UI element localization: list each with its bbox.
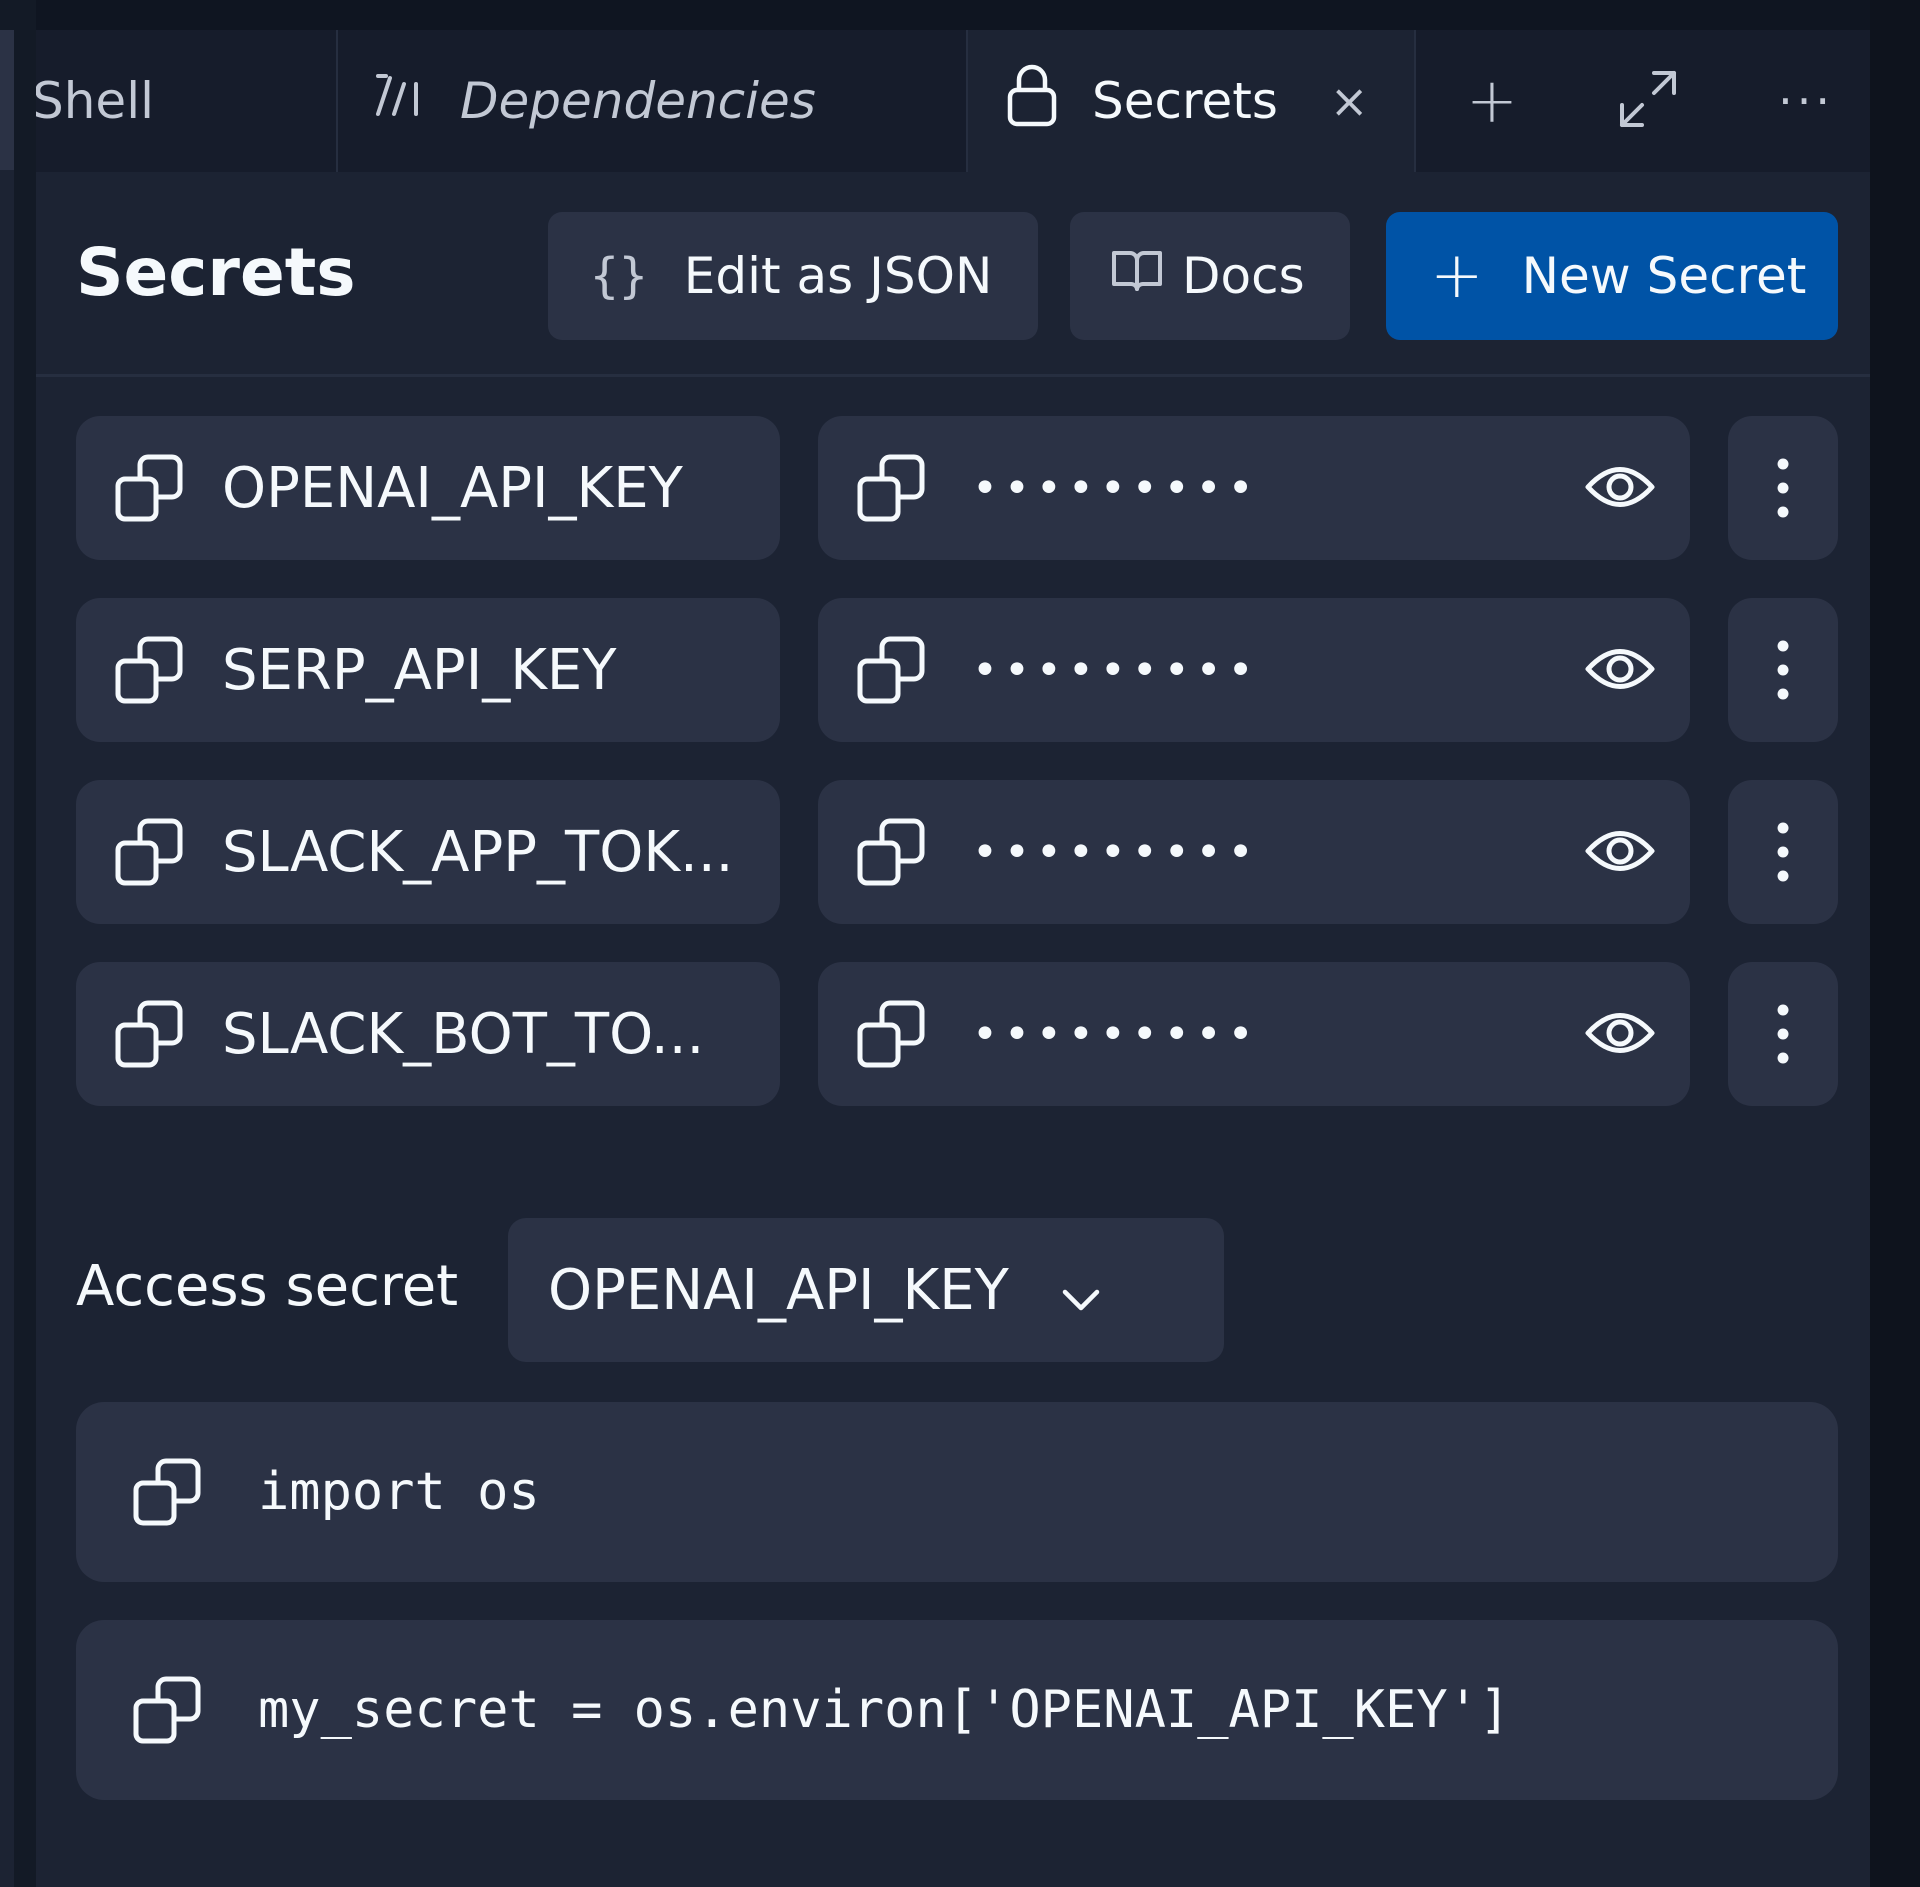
- tab-dependencies[interactable]: Dependencies: [338, 30, 968, 172]
- edit-as-json-button[interactable]: {} Edit as JSON: [548, 212, 1038, 340]
- tab-secrets-label: Secrets: [1092, 72, 1278, 130]
- copy-icon[interactable]: [132, 1457, 202, 1527]
- new-secret-label: New Secret: [1521, 247, 1807, 305]
- kebab-menu-icon: [1776, 821, 1790, 883]
- copy-icon[interactable]: [856, 453, 926, 523]
- docs-button[interactable]: Docs: [1070, 212, 1350, 340]
- chevron-down-icon: [1061, 1261, 1101, 1326]
- code-line-environ: my_secret = os.environ['OPENAI_API_KEY']: [76, 1620, 1838, 1800]
- adjacent-pane-border: [0, 170, 14, 1887]
- copy-icon[interactable]: [114, 635, 184, 705]
- lock-icon: [1006, 62, 1058, 140]
- secret-value-masked: •••••••••: [972, 462, 1260, 514]
- panel-header: Secrets {} Edit as JSON Docs + New Secre…: [36, 172, 1870, 377]
- close-icon[interactable]: ×: [1330, 74, 1369, 128]
- tab-shell[interactable]: Shell: [36, 30, 338, 172]
- kebab-menu-icon: [1776, 1003, 1790, 1065]
- tab-dependencies-label: Dependencies: [460, 72, 816, 130]
- tab-bar-actions: + ···: [1416, 30, 1870, 172]
- kebab-menu-icon: [1776, 639, 1790, 701]
- secret-key-text: SLACK_BOT_TO...: [222, 1001, 705, 1067]
- add-tab-button[interactable]: +: [1466, 70, 1518, 132]
- secret-row: OPENAI_API_KEY •••••••••: [76, 416, 1838, 560]
- braces-icon: {}: [590, 248, 648, 304]
- kebab-menu-icon: [1776, 457, 1790, 519]
- secret-key-text: OPENAI_API_KEY: [222, 455, 683, 521]
- secret-value-masked: •••••••••: [972, 644, 1260, 696]
- code-text: import os: [258, 1462, 540, 1522]
- more-options-icon[interactable]: ···: [1778, 74, 1834, 128]
- secret-value-masked: •••••••••: [972, 1008, 1260, 1060]
- copy-icon[interactable]: [114, 999, 184, 1069]
- tab-shell-label: Shell: [36, 72, 154, 130]
- secret-value-field[interactable]: •••••••••: [818, 598, 1690, 742]
- eye-icon[interactable]: [1584, 638, 1656, 700]
- copy-icon[interactable]: [114, 453, 184, 523]
- secret-key-text: SLACK_APP_TOK...: [222, 819, 734, 885]
- secret-menu-button[interactable]: [1728, 416, 1838, 560]
- page-title: Secrets: [76, 234, 356, 311]
- eye-icon[interactable]: [1584, 820, 1656, 882]
- docs-label: Docs: [1182, 247, 1305, 305]
- copy-icon[interactable]: [132, 1675, 202, 1745]
- secret-key-field[interactable]: SLACK_APP_TOK...: [76, 780, 780, 924]
- new-secret-button[interactable]: + New Secret: [1386, 212, 1838, 340]
- secret-key-field[interactable]: SLACK_BOT_TO...: [76, 962, 780, 1106]
- copy-icon[interactable]: [856, 999, 926, 1069]
- eye-icon[interactable]: [1584, 456, 1656, 518]
- adjacent-pane-edge: [0, 0, 36, 1887]
- eye-icon[interactable]: [1584, 1002, 1656, 1064]
- secret-menu-button[interactable]: [1728, 780, 1838, 924]
- secret-value-field[interactable]: •••••••••: [818, 780, 1690, 924]
- secret-menu-button[interactable]: [1728, 598, 1838, 742]
- copy-icon[interactable]: [856, 635, 926, 705]
- secret-value-field[interactable]: •••••••••: [818, 962, 1690, 1106]
- secret-value-masked: •••••••••: [972, 826, 1260, 878]
- plus-icon: +: [1430, 239, 1484, 313]
- copy-icon[interactable]: [856, 817, 926, 887]
- access-secret-selected: OPENAI_API_KEY: [548, 1257, 1009, 1323]
- access-secret-select[interactable]: OPENAI_API_KEY: [508, 1218, 1224, 1362]
- window-edge: [1870, 0, 1920, 1887]
- expand-icon[interactable]: [1616, 67, 1680, 135]
- access-secret-label: Access secret: [76, 1254, 459, 1319]
- secret-menu-button[interactable]: [1728, 962, 1838, 1106]
- secret-key-text: SERP_API_KEY: [222, 637, 617, 703]
- tab-bar: Shell Dependencies Secrets × + ···: [36, 30, 1870, 174]
- secret-row: SLACK_APP_TOK... •••••••••: [76, 780, 1838, 924]
- code-line-import: import os: [76, 1402, 1838, 1582]
- copy-icon[interactable]: [114, 817, 184, 887]
- secret-value-field[interactable]: •••••••••: [818, 416, 1690, 560]
- book-icon: [1110, 247, 1164, 305]
- tab-secrets[interactable]: Secrets ×: [968, 30, 1416, 174]
- secret-row: SLACK_BOT_TO... •••••••••: [76, 962, 1838, 1106]
- package-icon: [372, 70, 422, 132]
- secret-row: SERP_API_KEY •••••••••: [76, 598, 1838, 742]
- secrets-pane-screen: Shell Dependencies Secrets × + ··· Secre…: [0, 0, 1920, 1887]
- edit-as-json-label: Edit as JSON: [683, 247, 993, 305]
- secrets-panel: Secrets {} Edit as JSON Docs + New Secre…: [36, 172, 1870, 1887]
- secret-key-field[interactable]: OPENAI_API_KEY: [76, 416, 780, 560]
- code-text: my_secret = os.environ['OPENAI_API_KEY']: [258, 1680, 1511, 1740]
- secret-key-field[interactable]: SERP_API_KEY: [76, 598, 780, 742]
